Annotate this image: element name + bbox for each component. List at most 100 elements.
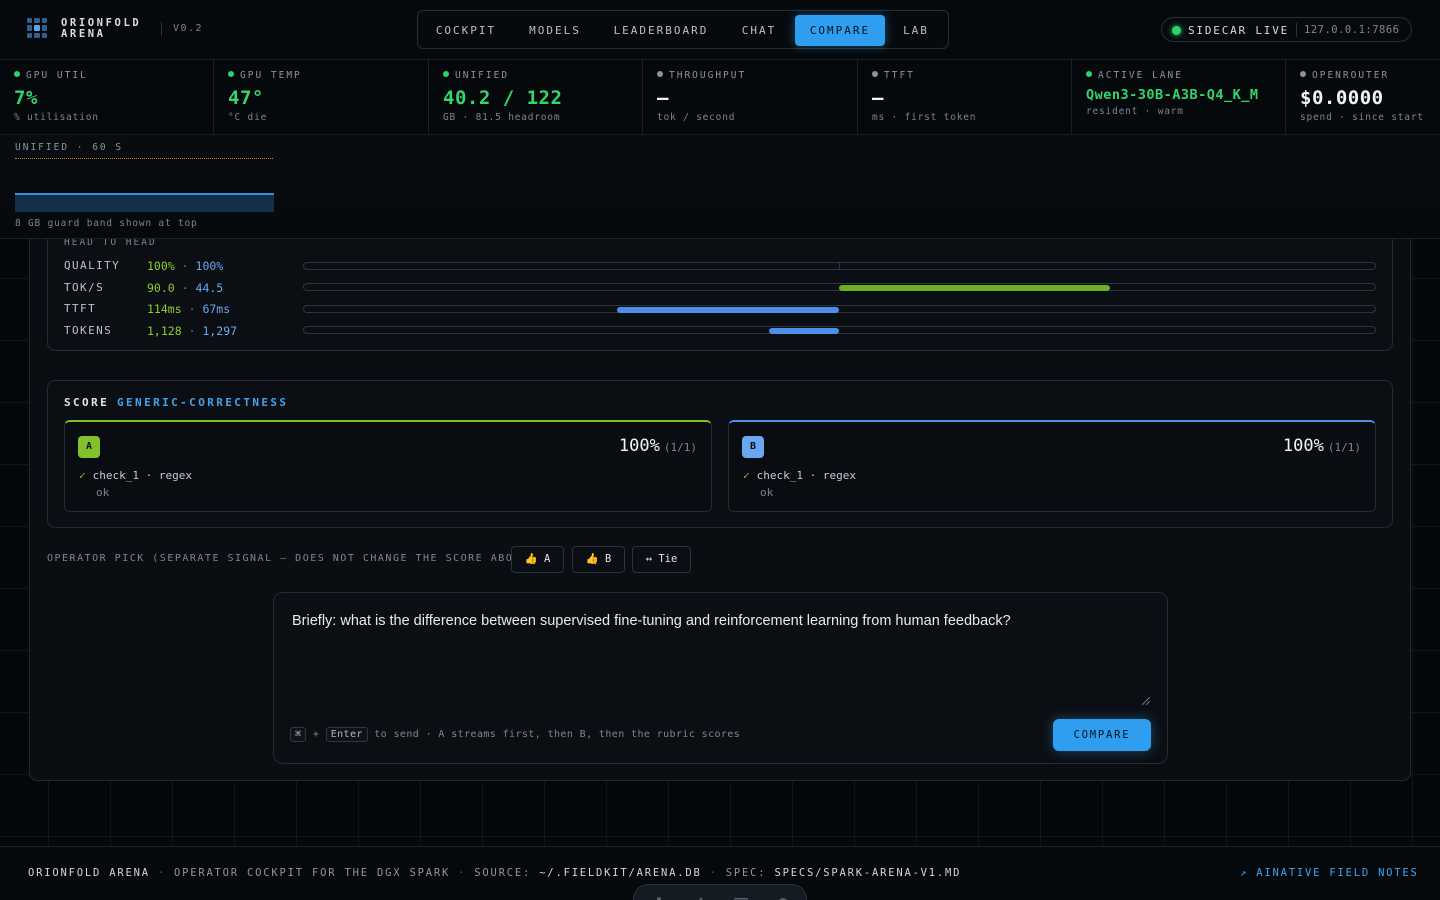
cmd-key: ⌘: [290, 727, 307, 742]
separator: ·: [458, 867, 467, 879]
metric-unified: UNIFIED 40.2 / 122 GB · 81.5 headroom: [429, 60, 643, 135]
metric-label: THROUGHPUT: [657, 70, 746, 81]
floating-dock: [633, 884, 807, 900]
metric-openrouter: OPENROUTER $0.0000 spend · since start: [1286, 60, 1440, 135]
separator: ·: [709, 867, 718, 879]
metric-sub: °C die: [228, 112, 268, 123]
separator: ·: [188, 324, 196, 338]
h2h-bar-track: [303, 326, 1376, 334]
status-dot-icon: [1086, 71, 1092, 77]
metric-value: $0.0000: [1300, 87, 1384, 109]
brand-line-2: ARENA: [61, 28, 106, 40]
hint-text: to send · A streams first, then B, then …: [374, 729, 741, 740]
h2h-value-a: 90.0: [147, 281, 175, 295]
h2h-value-a: 1,128: [147, 324, 182, 338]
h2h-bar-track: [303, 305, 1376, 313]
tab-cockpit[interactable]: COCKPIT: [426, 15, 506, 46]
score-percent: 100% (1/1): [1283, 436, 1361, 456]
footer-source-value: ~/.FIELDKIT/ARENA.DB: [539, 867, 702, 879]
h2h-value-b: 1,297: [202, 324, 238, 338]
metric-label-text: TTFT: [884, 70, 915, 81]
prompt-input[interactable]: Briefly: what is the difference between …: [292, 612, 1152, 630]
metric-label-text: OPENROUTER: [1312, 70, 1390, 81]
metric-label: ACTIVE LANE: [1086, 70, 1183, 81]
metric-active-lane: ACTIVE LANE Qwen3-30B-A3B-Q4_K_M residen…: [1072, 60, 1286, 135]
h2h-bar-center: [839, 262, 840, 270]
h2h-values: 100% · 100%: [147, 259, 223, 273]
plus: +: [312, 729, 320, 740]
footer-source-label: SOURCE:: [474, 867, 532, 879]
orionfold-logo-icon: [27, 18, 47, 38]
metric-ttft: TTFT — ms · first token: [858, 60, 1072, 135]
h2h-bar-b: [769, 328, 839, 334]
metric-label-text: GPU UTIL: [26, 70, 88, 81]
metric-value: Qwen3-30B-A3B-Q4_K_M: [1086, 87, 1259, 103]
metric-gpu-util: GPU UTIL 7% % utilisation: [0, 60, 214, 135]
h2h-bar-a: [839, 285, 1110, 291]
metric-value: —: [657, 87, 669, 109]
score-title: SCORE: [64, 396, 110, 409]
metric-label: GPU UTIL: [14, 70, 88, 81]
compare-button[interactable]: COMPARE: [1053, 719, 1151, 751]
score-card-a: A 100% (1/1) ✓ check_1 · regex ok: [64, 420, 712, 512]
check-icon: ✓: [79, 469, 86, 482]
h2h-bar-b: [617, 307, 839, 313]
check-row: ✓ check_1 · regex: [743, 469, 856, 482]
metric-sub: ms · first token: [872, 112, 977, 123]
check-row: ✓ check_1 · regex: [79, 469, 192, 482]
metric-sub: spend · since start: [1300, 112, 1424, 123]
sidecar-label: SIDECAR LIVE: [1188, 24, 1290, 37]
metric-value: 40.2 / 122: [443, 87, 563, 109]
metric-label-text: UNIFIED: [455, 70, 510, 81]
status-dot-icon: [872, 71, 878, 77]
metric-throughput: THROUGHPUT — tok / second: [643, 60, 858, 135]
brush-icon[interactable]: [692, 892, 706, 900]
footer-tagline: OPERATOR COCKPIT FOR THE DGX SPARK: [173, 867, 451, 879]
h2h-value-b: 67ms: [202, 302, 231, 316]
settings-gear-icon[interactable]: [776, 892, 790, 900]
separator: ·: [181, 281, 189, 295]
check-name: check_1 · regex: [756, 469, 856, 482]
metric-label: UNIFIED: [443, 70, 509, 81]
h2h-label: TOKENS: [64, 324, 113, 337]
metric-label-text: ACTIVE LANE: [1098, 70, 1183, 81]
tab-chat[interactable]: CHAT: [732, 15, 786, 46]
pick-b-button[interactable]: 👍 B: [572, 546, 625, 573]
metric-label-text: THROUGHPUT: [669, 70, 747, 81]
tab-leaderboard[interactable]: LEADERBOARD: [605, 15, 717, 46]
metric-gpu-temp: GPU TEMP 47° °C die: [214, 60, 429, 135]
version-label: V0.2: [173, 23, 204, 34]
resize-handle-icon[interactable]: [1142, 697, 1150, 705]
metric-value: 47°: [228, 87, 264, 109]
tab-lab[interactable]: LAB: [894, 15, 938, 46]
pick-a-button[interactable]: 👍 A: [511, 546, 564, 573]
h2h-values: 1,128 · 1,297: [147, 324, 237, 338]
score-value: 100%: [1282, 436, 1324, 456]
tab-compare[interactable]: COMPARE: [795, 15, 885, 46]
mic-icon[interactable]: [652, 892, 666, 900]
divider: [1296, 23, 1297, 37]
sidecar-status: SIDECAR LIVE 127.0.0.1:7866: [1161, 17, 1412, 42]
h2h-values: 114ms · 67ms: [147, 302, 230, 316]
strip-note: 8 GB guard band shown at top: [15, 218, 198, 229]
send-hint: ⌘ + Enter to send · A streams first, the…: [290, 727, 740, 742]
field-notes-link[interactable]: ↗ AINATIVE FIELD NOTES: [1240, 867, 1419, 879]
status-dot-icon: [14, 71, 20, 77]
model-b-badge: B: [742, 436, 764, 458]
check-result: ok: [96, 486, 110, 499]
h2h-label: TOK/S: [64, 281, 105, 294]
operator-pick-label: OPERATOR PICK (SEPARATE SIGNAL — DOES NO…: [47, 553, 536, 564]
tab-models[interactable]: MODELS: [516, 15, 594, 46]
separator: ·: [181, 259, 189, 273]
divider: [161, 22, 162, 36]
pick-tie-button[interactable]: ↔ Tie: [632, 546, 691, 573]
h2h-label: QUALITY: [64, 259, 121, 272]
model-a-badge: A: [78, 436, 100, 458]
menu-icon[interactable]: [734, 892, 748, 900]
separator: ·: [188, 302, 196, 316]
metric-label: TTFT: [872, 70, 915, 81]
metrics-strip: GPU UTIL 7% % utilisation GPU TEMP 47° °…: [0, 60, 1440, 135]
h2h-value-a: 114ms: [147, 302, 182, 316]
metric-label-text: GPU TEMP: [240, 70, 302, 81]
unified-usage-fill: [15, 193, 274, 212]
